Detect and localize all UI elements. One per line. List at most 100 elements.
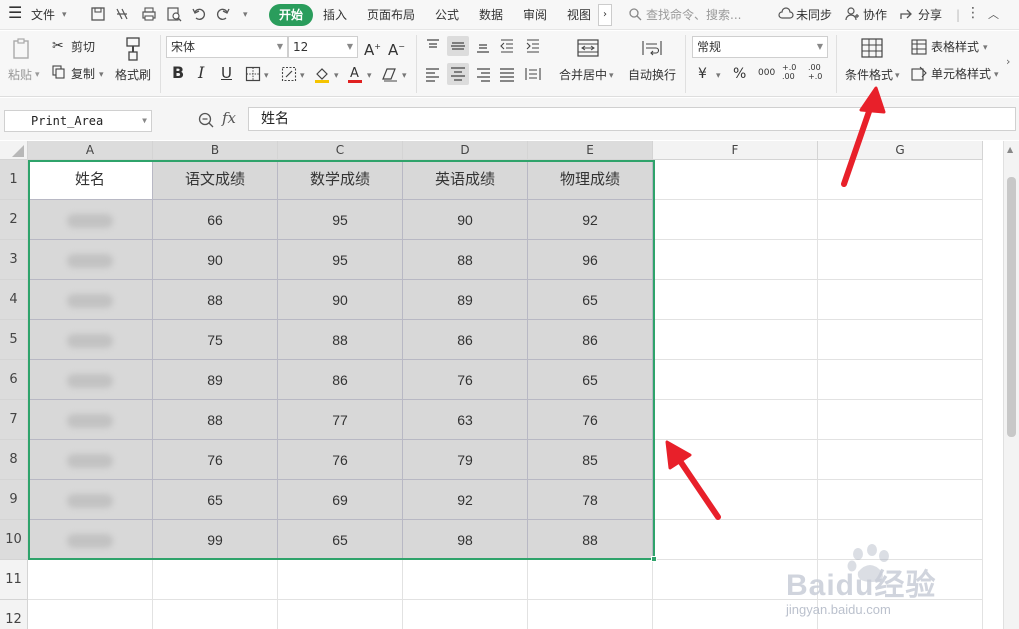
score-cell[interactable]: 78	[528, 480, 653, 520]
cut-button[interactable]: 剪切	[71, 40, 95, 54]
score-cell[interactable]: 88	[528, 520, 653, 560]
justify-icon[interactable]	[498, 65, 516, 83]
score-cell[interactable]: 69	[278, 480, 403, 520]
header-cell[interactable]: 语文成绩	[153, 160, 278, 200]
empty-cell[interactable]	[528, 600, 653, 629]
tab-formula[interactable]: 公式	[435, 6, 459, 24]
column-header-a[interactable]: A	[28, 141, 153, 160]
table-style-icon[interactable]	[911, 39, 927, 55]
name-cell-redacted[interactable]	[28, 240, 153, 280]
column-header-c[interactable]: C	[278, 141, 403, 160]
score-cell[interactable]: 65	[153, 480, 278, 520]
score-cell[interactable]: 95	[278, 240, 403, 280]
score-cell[interactable]: 89	[153, 360, 278, 400]
empty-cell[interactable]	[403, 560, 528, 600]
score-cell[interactable]: 66	[153, 200, 278, 240]
score-cell[interactable]: 86	[403, 320, 528, 360]
score-cell[interactable]: 95	[278, 200, 403, 240]
score-cell[interactable]: 92	[528, 200, 653, 240]
italic-icon[interactable]: I	[198, 65, 204, 81]
clear-format-icon[interactable]	[381, 66, 399, 82]
name-cell-redacted[interactable]	[28, 200, 153, 240]
font-size-select[interactable]: 12 ▼	[288, 36, 358, 58]
header-cell[interactable]: 数学成绩	[278, 160, 403, 200]
increase-decimal-icon[interactable]: +.0 .00	[782, 63, 800, 81]
column-header-g[interactable]: G	[818, 141, 983, 160]
print-preview-icon[interactable]	[165, 5, 183, 23]
conditional-format-chevron-icon[interactable]: ▾	[895, 69, 900, 83]
row-header-11[interactable]: 11	[0, 560, 28, 600]
scissors-icon[interactable]: ✂	[52, 38, 64, 54]
score-cell[interactable]: 99	[153, 520, 278, 560]
score-cell[interactable]: 88	[278, 320, 403, 360]
column-header-b[interactable]: B	[153, 141, 278, 160]
wrap-text-icon[interactable]	[640, 38, 664, 58]
empty-cell[interactable]	[153, 560, 278, 600]
clear-format-chevron-icon[interactable]: ▾	[402, 69, 407, 83]
empty-cell[interactable]	[653, 160, 818, 200]
empty-cell[interactable]	[653, 280, 818, 320]
distributed-align-icon[interactable]	[524, 65, 542, 83]
collaborate-label[interactable]: 协作	[863, 6, 887, 24]
save-icon[interactable]	[89, 5, 107, 23]
share-label[interactable]: 分享	[918, 6, 942, 24]
name-cell-redacted[interactable]	[28, 520, 153, 560]
empty-cell[interactable]	[528, 560, 653, 600]
quick-access-chevron-icon[interactable]: ▾	[243, 6, 248, 24]
empty-cell[interactable]	[818, 440, 983, 480]
header-cell[interactable]: 英语成绩	[403, 160, 528, 200]
wrap-text-button[interactable]: 自动换行	[628, 68, 676, 82]
row-header-4[interactable]: 4	[0, 280, 28, 320]
score-cell[interactable]: 86	[528, 320, 653, 360]
file-menu[interactable]: 文件	[31, 6, 55, 24]
currency-icon[interactable]: ¥	[698, 66, 707, 82]
cell-style-button[interactable]: 单元格样式	[931, 67, 991, 81]
row-header-3[interactable]: 3	[0, 240, 28, 280]
score-cell[interactable]: 65	[528, 280, 653, 320]
column-header-f[interactable]: F	[653, 141, 818, 160]
cell-shading-icon[interactable]	[281, 66, 297, 82]
font-name-select[interactable]: 宋体 ▼	[166, 36, 288, 58]
score-cell[interactable]: 96	[528, 240, 653, 280]
score-cell[interactable]: 63	[403, 400, 528, 440]
score-cell[interactable]: 77	[278, 400, 403, 440]
score-cell[interactable]: 90	[278, 280, 403, 320]
share-icon[interactable]	[898, 5, 916, 23]
sync-status-label[interactable]: 未同步	[796, 6, 832, 24]
format-painter-button[interactable]: 格式刷	[115, 68, 151, 82]
empty-cell[interactable]	[818, 160, 983, 200]
score-cell[interactable]: 90	[153, 240, 278, 280]
align-middle-icon[interactable]	[447, 36, 469, 56]
paste-button[interactable]: 粘贴	[8, 68, 32, 82]
underline-icon[interactable]: U	[221, 65, 232, 81]
score-cell[interactable]: 65	[528, 360, 653, 400]
tab-insert[interactable]: 插入	[323, 6, 347, 24]
empty-cell[interactable]	[818, 280, 983, 320]
cell-shading-chevron-icon[interactable]: ▾	[300, 69, 305, 83]
empty-cell[interactable]	[653, 480, 818, 520]
fill-color-chevron-icon[interactable]: ▾	[334, 69, 339, 83]
open-icon[interactable]	[113, 5, 131, 23]
copy-button[interactable]: 复制	[71, 67, 95, 81]
row-header-5[interactable]: 5	[0, 320, 28, 360]
align-top-icon[interactable]	[424, 37, 442, 55]
name-cell-redacted[interactable]	[28, 400, 153, 440]
name-cell-redacted[interactable]	[28, 280, 153, 320]
score-cell[interactable]: 75	[153, 320, 278, 360]
empty-cell[interactable]	[818, 400, 983, 440]
row-header-1[interactable]: 1	[0, 160, 28, 200]
print-icon[interactable]	[140, 5, 158, 23]
name-box[interactable]: Print_Area ▼	[4, 110, 152, 132]
name-cell-redacted[interactable]	[28, 320, 153, 360]
score-cell[interactable]: 88	[153, 280, 278, 320]
empty-cell[interactable]	[653, 440, 818, 480]
row-header-10[interactable]: 10	[0, 520, 28, 560]
empty-cell[interactable]	[653, 400, 818, 440]
format-painter-icon[interactable]	[122, 36, 144, 62]
row-header-9[interactable]: 9	[0, 480, 28, 520]
empty-cell[interactable]	[818, 480, 983, 520]
score-cell[interactable]: 89	[403, 280, 528, 320]
name-cell-redacted[interactable]	[28, 440, 153, 480]
conditional-format-icon[interactable]	[860, 37, 884, 59]
merge-center-icon[interactable]	[576, 38, 600, 58]
